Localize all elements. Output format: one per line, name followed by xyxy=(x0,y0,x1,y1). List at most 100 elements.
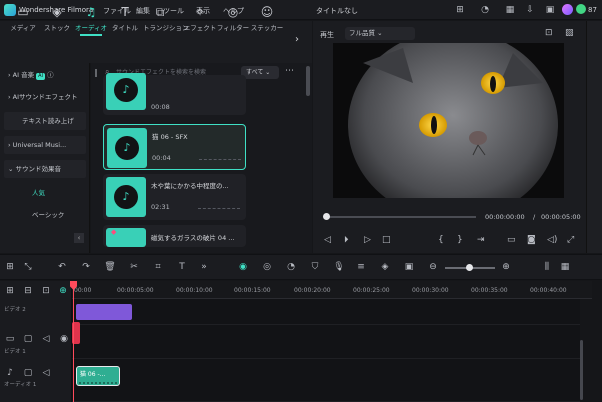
step-back-icon[interactable]: ◁ xyxy=(324,235,331,245)
stock-icon: ◈ xyxy=(52,5,62,19)
fullscreen-icon[interactable]: ⤢ xyxy=(567,235,574,245)
diamond-icon: ◆ xyxy=(111,228,117,236)
speaker-icon[interactable]: ◁ xyxy=(40,333,52,345)
list-item[interactable]: ♪ 木や葉にかかる中程度の... 02:31 xyxy=(103,174,246,220)
sidebar-item-sfx[interactable]: ⌄ サウンド効果音 xyxy=(4,160,86,178)
more-tools-icon[interactable]: » xyxy=(198,261,210,273)
mic-icon[interactable]: 🎙 xyxy=(333,261,345,273)
list-item[interactable]: ◆ 磁気するガラスの破片 04 ... xyxy=(103,225,246,247)
eye-icon[interactable]: ◉ xyxy=(58,333,70,345)
layout-icon[interactable]: ⊞ xyxy=(455,5,465,15)
tab-stock[interactable]: ◈ ストック xyxy=(40,4,74,32)
filter-icon: ◎ xyxy=(227,5,239,19)
insert-icon[interactable]: ⇥ xyxy=(477,235,485,245)
tab-filter[interactable]: ◎ フィルター xyxy=(216,4,250,32)
snap-icon[interactable]: ⊕ xyxy=(57,285,69,297)
filter-dropdown[interactable]: すべて ⌄ xyxy=(241,66,279,79)
display-icon[interactable]: ▭ xyxy=(507,235,516,245)
project-title: タイトルなし xyxy=(316,7,358,15)
playhead[interactable] xyxy=(73,281,74,402)
playback-progress[interactable] xyxy=(326,216,476,218)
list-item[interactable]: ♪ 00:08 xyxy=(103,73,246,115)
grid-icon[interactable]: ▦ xyxy=(505,5,515,15)
playback-label: 再生 xyxy=(320,31,334,39)
list-icon[interactable]: ≡ xyxy=(355,261,367,273)
play-icon[interactable]: ▷ xyxy=(364,235,371,245)
ai-tool-icon[interactable]: ◉ xyxy=(237,261,249,273)
sidebar-item-basic[interactable]: ベーシック xyxy=(4,206,86,224)
magnet-icon[interactable]: ⊡ xyxy=(40,285,52,297)
more-icon[interactable]: ⋯ xyxy=(285,66,294,76)
speaker-icon[interactable]: ◁ xyxy=(40,367,52,379)
folder-icon[interactable]: ▢ xyxy=(22,333,34,345)
sidebar-item-ai-music[interactable]: › AI 音楽 AI ⓘ xyxy=(4,66,86,84)
image-icon[interactable]: ▨ xyxy=(565,28,574,38)
collapse-icon[interactable]: ‹ xyxy=(74,233,84,243)
preview-image xyxy=(333,43,564,198)
playback-knob[interactable] xyxy=(323,213,330,220)
select-icon[interactable]: ⤡ xyxy=(22,261,34,273)
layout-grid-icon[interactable]: ⊞ xyxy=(4,261,16,273)
link-icon[interactable]: ⊟ xyxy=(22,285,34,297)
notification-icon[interactable]: ◔ xyxy=(480,5,490,15)
camera-icon[interactable]: ◙ xyxy=(527,235,536,245)
undo-icon[interactable]: ↶ xyxy=(56,261,68,273)
sidebar-item-universal-music[interactable]: › Universal Musi... xyxy=(4,136,86,154)
zoom-knob[interactable] xyxy=(466,264,473,271)
video-clip[interactable] xyxy=(76,304,132,320)
cut-icon[interactable]: ✂ xyxy=(128,261,140,273)
volume-icon[interactable]: ◁) xyxy=(547,235,557,245)
properties-strip xyxy=(586,21,602,253)
snapshot-icon[interactable]: ⊡ xyxy=(545,28,553,38)
tab-audio[interactable]: ♫ オーディオ xyxy=(74,4,108,36)
tab-media[interactable]: ▭ メディア xyxy=(6,4,40,32)
sticker-icon: ☺ xyxy=(260,5,274,19)
audio-clip[interactable]: 猫 06 -... xyxy=(76,366,120,386)
speed-icon[interactable]: ◔ xyxy=(285,261,297,273)
tab-sticker[interactable]: ☺ ステッカー xyxy=(250,4,284,32)
sidebar-item-tts[interactable]: テキスト読み上げ xyxy=(4,112,86,130)
track-label-video2: ビデオ 2 xyxy=(4,307,26,313)
chevron-right-icon[interactable]: › xyxy=(295,34,299,45)
sidebar-item-popular[interactable]: 人気 xyxy=(4,184,86,202)
title-icon: T xyxy=(121,5,129,19)
list-item-selected[interactable]: ♪ 猫 06 - SFX 00:04 xyxy=(103,124,246,170)
sidebar-item-ai-sfx[interactable]: › AIサウンドエフェクトAI xyxy=(4,88,86,120)
delete-icon[interactable]: 🗑 xyxy=(104,261,116,273)
record-icon[interactable]: ◎ xyxy=(261,261,273,273)
time-separator: / xyxy=(533,213,536,221)
crop-icon[interactable]: ⌗ xyxy=(152,261,164,273)
voice-icon[interactable]: ◈ xyxy=(379,261,391,273)
prev-frame-icon[interactable]: ⏵ xyxy=(344,235,349,245)
music-note-icon: ♫ xyxy=(85,5,97,19)
gift-icon[interactable]: ▣ xyxy=(545,5,555,15)
track-video2 xyxy=(72,299,580,325)
avatar[interactable] xyxy=(562,4,573,15)
effect-icon: ✧ xyxy=(194,5,206,19)
folder-icon[interactable]: ▢ xyxy=(22,367,34,379)
sidebar-toggle-icon[interactable]: ‖ xyxy=(94,68,98,77)
list-scrollbar[interactable] xyxy=(306,66,310,96)
stop-icon[interactable]: □ xyxy=(382,235,391,245)
track-label-video1: ビデオ 1 xyxy=(4,349,26,355)
screen-icon[interactable]: ▣ xyxy=(403,261,415,273)
zoom-in-icon[interactable]: ⊕ xyxy=(500,261,512,273)
column-icon[interactable]: ⫼ xyxy=(541,261,553,273)
mark-out-icon[interactable]: } xyxy=(457,235,463,245)
audio-thumbnail: ♪ xyxy=(107,128,147,168)
tab-effect[interactable]: ✧ エフェクト xyxy=(183,4,217,32)
track-video1 xyxy=(72,325,580,359)
redo-icon[interactable]: ↷ xyxy=(80,261,92,273)
tab-title[interactable]: T タイトル xyxy=(108,4,142,32)
download-icon[interactable]: ⇩ xyxy=(525,5,535,15)
mark-in-icon[interactable]: { xyxy=(438,235,444,245)
grid-view-icon[interactable]: ▦ xyxy=(559,261,571,273)
text-icon[interactable]: T xyxy=(176,261,188,273)
music-note-icon: ♪ xyxy=(114,185,138,209)
timeline-scrollbar[interactable] xyxy=(580,340,583,400)
shield-icon[interactable]: ⛉ xyxy=(309,261,321,273)
zoom-out-icon[interactable]: ⊖ xyxy=(427,261,439,273)
add-track-icon[interactable]: ⊞ xyxy=(4,285,16,297)
quality-dropdown[interactable]: フル品質 ⌄ xyxy=(345,27,415,40)
tab-transition[interactable]: ⧉ トランジション xyxy=(143,4,189,32)
